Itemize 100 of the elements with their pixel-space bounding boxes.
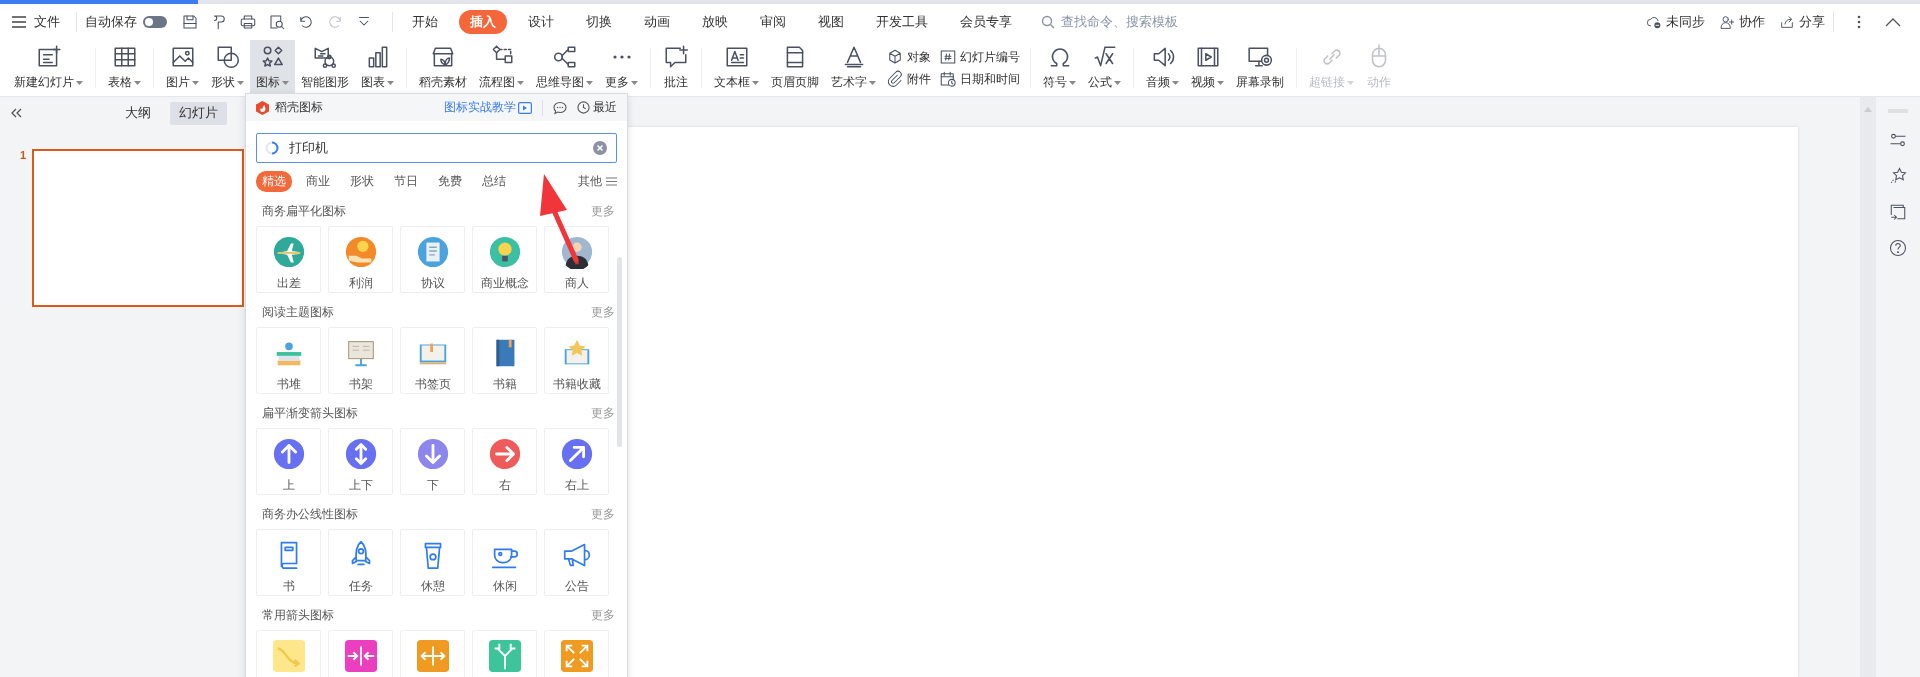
icon-tile[interactable]: 休憩 xyxy=(400,529,465,596)
recent-button[interactable]: 最近 xyxy=(577,99,617,116)
toolbar-action-button[interactable]: 协作 xyxy=(1719,13,1765,31)
view-tab[interactable]: 幻灯片 xyxy=(170,101,227,125)
slide-thumbnail[interactable] xyxy=(32,149,245,307)
toolbar-action-button[interactable]: 分享 xyxy=(1779,13,1825,31)
ribbon-button[interactable]: 艺术字 xyxy=(825,40,882,96)
ribbon-button[interactable]: 页眉页脚 xyxy=(765,40,825,96)
ribbon-button[interactable]: 稻壳素材 xyxy=(413,40,473,96)
help-icon[interactable] xyxy=(1889,239,1907,257)
clock-icon xyxy=(577,101,590,114)
ribbon-button[interactable]: 图标 xyxy=(250,40,295,96)
icon-tile[interactable]: 书架 xyxy=(328,327,393,394)
icon-tile[interactable]: 上 xyxy=(256,428,321,495)
paperclip-icon xyxy=(886,70,904,88)
icon-tile[interactable]: 利润 xyxy=(328,226,393,293)
ribbon-tab[interactable]: 设计 xyxy=(517,10,565,34)
other-categories-button[interactable]: 其他 xyxy=(578,173,617,190)
panel-scrollbar[interactable] xyxy=(617,257,622,447)
icon-tile[interactable]: 书籍 xyxy=(472,327,537,394)
printer-icon[interactable] xyxy=(239,13,257,31)
ribbon-button[interactable]: 公式 xyxy=(1082,40,1127,96)
icon-tile[interactable]: 协议 xyxy=(400,226,465,293)
icon-tile[interactable] xyxy=(544,630,609,677)
loading-spinner-icon xyxy=(265,141,279,155)
ribbon-tab[interactable]: 会员专享 xyxy=(949,10,1023,34)
ribbon-tab[interactable]: 放映 xyxy=(691,10,739,34)
hash-box-icon xyxy=(939,48,957,66)
category-chip[interactable]: 节日 xyxy=(388,171,424,192)
icon-tile[interactable] xyxy=(472,630,537,677)
category-chip[interactable]: 商业 xyxy=(300,171,336,192)
tutorial-link[interactable]: 图标实战教学 xyxy=(444,99,532,116)
icon-tile[interactable]: 商业概念 xyxy=(472,226,537,293)
icon-tile[interactable]: 右上 xyxy=(544,428,609,495)
collapse-pane-icon[interactable] xyxy=(10,108,22,118)
ribbon-button[interactable]: 符号 xyxy=(1037,40,1082,96)
ribbon-small-button[interactable]: 对象 xyxy=(886,48,931,66)
add-user-icon xyxy=(1719,14,1735,30)
ribbon-tab[interactable]: 动画 xyxy=(633,10,681,34)
collapse-icon[interactable] xyxy=(1885,17,1901,27)
icon-tile[interactable]: 书 xyxy=(256,529,321,596)
ribbon-button[interactable]: 批注 xyxy=(657,40,695,96)
undo-icon[interactable] xyxy=(297,13,315,31)
file-menu[interactable]: 文件 xyxy=(12,13,68,31)
share-icon xyxy=(1779,14,1795,30)
icon-tile[interactable]: 书签页 xyxy=(400,327,465,394)
menu-icon xyxy=(12,16,26,28)
ribbon-button[interactable]: 思维导图 xyxy=(530,40,599,96)
view-tab[interactable]: 大纲 xyxy=(116,101,160,125)
icon-tile[interactable] xyxy=(328,630,393,677)
ribbon-tab[interactable]: 开发工具 xyxy=(865,10,939,34)
star-icon[interactable] xyxy=(1889,167,1907,185)
section-title: 扁平渐变箭头图标 xyxy=(262,404,358,422)
ribbon-button[interactable]: 智能图形 xyxy=(295,40,355,96)
category-chip[interactable]: 形状 xyxy=(344,171,380,192)
icon-tile[interactable]: 公告 xyxy=(544,529,609,596)
category-chip[interactable]: 免费 xyxy=(432,171,468,192)
icon-tile[interactable]: 商人 xyxy=(544,226,609,293)
clear-icon[interactable] xyxy=(592,140,608,156)
ribbon-button[interactable]: 屏幕录制 xyxy=(1230,40,1290,96)
ribbon-button[interactable]: 图表 xyxy=(355,40,400,96)
category-chip[interactable]: 总结 xyxy=(476,171,512,192)
icon-tile[interactable]: 上下 xyxy=(328,428,393,495)
ribbon-button[interactable]: 视频 xyxy=(1185,40,1230,96)
chat-icon[interactable] xyxy=(553,100,567,115)
ribbon-tab[interactable]: 切换 xyxy=(575,10,623,34)
coin-hand-icon xyxy=(343,235,378,269)
ribbon-small-button[interactable]: 附件 xyxy=(886,70,931,88)
icon-tile[interactable] xyxy=(400,630,465,677)
icon-tile[interactable]: 书堆 xyxy=(256,327,321,394)
icon-tile[interactable]: 下 xyxy=(400,428,465,495)
icon-tile[interactable] xyxy=(256,630,321,677)
slideshow-icon[interactable] xyxy=(1889,203,1907,221)
save-icon[interactable] xyxy=(181,13,199,31)
ribbon-tab[interactable]: 开始 xyxy=(401,10,449,34)
icon-tile[interactable]: 书籍收藏 xyxy=(544,327,609,394)
ribbon-button[interactable]: 形状 xyxy=(205,40,250,96)
scrollbar[interactable] xyxy=(1860,97,1876,677)
print-preview-icon[interactable] xyxy=(268,13,286,31)
icon-tile[interactable]: 出差 xyxy=(256,226,321,293)
icon-tile[interactable]: 右 xyxy=(472,428,537,495)
ribbon-small-button[interactable]: 日期和时间 xyxy=(939,70,1020,88)
adjust-icon[interactable] xyxy=(1889,131,1907,149)
ribbon-button[interactable]: 音频 xyxy=(1140,40,1185,96)
ribbon-button[interactable]: 文本框 xyxy=(708,40,765,96)
ribbon-button[interactable]: 图片 xyxy=(160,40,205,96)
icon-tile[interactable]: 休闲 xyxy=(472,529,537,596)
ribbon-tab[interactable]: 审阅 xyxy=(749,10,797,34)
shapes-icon xyxy=(214,44,241,70)
icon-tile[interactable]: 任务 xyxy=(328,529,393,596)
toolbar-action-button[interactable]: 未同步 xyxy=(1646,13,1705,31)
icon-search-field[interactable]: 打印机 xyxy=(256,133,617,163)
ribbon-button[interactable]: 流程图 xyxy=(473,40,530,96)
ribbon-button[interactable]: 表格 xyxy=(102,40,147,96)
cube-icon xyxy=(886,48,904,66)
ribbon-button[interactable]: 新建幻灯片 xyxy=(8,40,89,96)
command-search-field[interactable]: 查找命令、搜索模板 xyxy=(1041,14,1223,30)
ribbon-small-button[interactable]: 幻灯片编号 xyxy=(939,48,1020,66)
autosave-toggle[interactable] xyxy=(143,16,167,28)
ribbon-tab[interactable]: 视图 xyxy=(807,10,855,34)
